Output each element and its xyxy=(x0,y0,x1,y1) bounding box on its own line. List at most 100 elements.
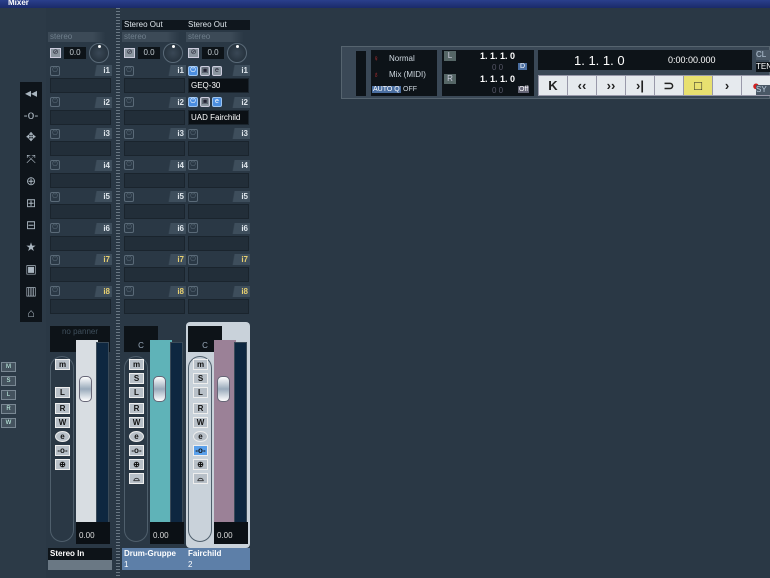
insert-power-icon[interactable]: ⏻ xyxy=(50,160,60,170)
fader-value[interactable]: 0.00 xyxy=(76,522,110,544)
insert-power-icon[interactable]: ⏻ xyxy=(124,191,134,202)
tool-icon[interactable]: ▥ xyxy=(20,280,42,302)
insert-plugin-slot[interactable] xyxy=(50,172,111,188)
insert-power-icon[interactable]: ⏻ xyxy=(124,160,134,170)
sync-button[interactable]: SY xyxy=(756,85,770,95)
insert-edit-icon[interactable]: ▣ xyxy=(200,97,210,107)
fader-value[interactable]: 0.00 xyxy=(150,522,184,544)
cycle-button[interactable]: ⊃ xyxy=(655,76,684,95)
insert-plugin-slot[interactable] xyxy=(124,235,185,251)
insert-power-icon[interactable]: ⏻ xyxy=(124,97,134,107)
go-to-end-button[interactable]: ›| xyxy=(626,76,655,95)
channel-l-button[interactable]: L xyxy=(55,387,70,398)
insert-power-icon[interactable]: ⏻ xyxy=(50,254,60,265)
channel-m-button[interactable]: m xyxy=(129,359,144,370)
insert-power-icon[interactable]: ⏻ xyxy=(188,97,198,107)
position-time[interactable]: 0:00:00.000 xyxy=(668,55,716,65)
channel-name[interactable]: Drum-Gruppe xyxy=(122,548,186,560)
insert-bypass-icon[interactable]: e xyxy=(212,65,222,76)
phase-invert-button[interactable]: ⊘ xyxy=(124,48,135,58)
global-w-button[interactable]: W xyxy=(1,418,16,428)
channel-func-button[interactable]: -o- xyxy=(55,445,70,456)
output-routing[interactable]: Stereo Out xyxy=(186,20,250,30)
channel-r-button[interactable]: R xyxy=(55,403,70,414)
punch-in-button[interactable]: D xyxy=(518,63,528,70)
channel-r-button[interactable]: R xyxy=(193,403,208,414)
insert-power-icon[interactable]: ⏻ xyxy=(188,254,198,265)
channel-w-button[interactable]: W xyxy=(129,417,144,428)
channel-s-button[interactable]: S xyxy=(129,373,144,384)
insert-plugin-slot[interactable] xyxy=(50,267,111,282)
fader-handle[interactable] xyxy=(153,376,166,402)
channel-name[interactable]: Fairchild xyxy=(186,548,250,560)
insert-power-icon[interactable]: ⏻ xyxy=(188,160,198,170)
insert-plugin-slot[interactable] xyxy=(188,172,249,188)
insert-power-icon[interactable]: ⏻ xyxy=(124,128,134,139)
fader-track[interactable] xyxy=(76,340,98,526)
channel-⌓-button[interactable]: ⌓ xyxy=(129,473,144,484)
input-gain-knob[interactable] xyxy=(89,43,109,63)
right-locator-value[interactable]: 1. 1. 1. 0 xyxy=(480,74,515,84)
tool-icon[interactable]: ⊟ xyxy=(20,214,42,236)
tool-icon[interactable]: ★ xyxy=(20,236,42,258)
channel-func-button[interactable]: -o- xyxy=(193,445,208,456)
input-gain-value[interactable]: 0.0 xyxy=(202,47,224,59)
tool-icon[interactable]: ▣ xyxy=(20,258,42,280)
left-locator-button[interactable]: L xyxy=(444,51,456,61)
punch-out-button[interactable]: Off xyxy=(518,86,530,93)
insert-power-icon[interactable]: ⏻ xyxy=(124,286,134,296)
insert-bypass-icon[interactable]: e xyxy=(212,97,222,107)
insert-plugin-slot[interactable]: UAD Fairchild xyxy=(188,109,249,125)
channel-m-button[interactable]: m xyxy=(193,359,208,370)
fader-track[interactable] xyxy=(214,340,236,526)
insert-plugin-slot[interactable] xyxy=(124,109,185,125)
stop-button[interactable]: □ xyxy=(684,76,713,95)
fader-value[interactable]: 0.00 xyxy=(214,522,248,544)
input-gain-value[interactable]: 0.0 xyxy=(138,47,160,59)
channel-⊕-button[interactable]: ⊕ xyxy=(193,459,208,470)
input-gain-knob[interactable] xyxy=(227,43,247,63)
global-r-button[interactable]: R xyxy=(1,404,16,414)
channel-⊕-button[interactable]: ⊕ xyxy=(129,459,144,470)
tool-icon[interactable]: ✥ xyxy=(20,126,42,148)
insert-power-icon[interactable]: ⏻ xyxy=(124,223,134,233)
channel-divider[interactable] xyxy=(116,8,120,578)
tool-icon[interactable]: ⌂ xyxy=(20,302,42,324)
insert-power-icon[interactable]: ⏻ xyxy=(124,65,134,76)
insert-power-icon[interactable]: ⏻ xyxy=(124,254,134,265)
insert-plugin-slot[interactable] xyxy=(188,141,249,156)
fader-handle[interactable] xyxy=(79,376,92,402)
go-to-start-button[interactable]: K xyxy=(539,76,568,95)
insert-plugin-slot[interactable] xyxy=(124,267,185,282)
channel-s-button[interactable]: S xyxy=(193,373,208,384)
insert-power-icon[interactable]: ⏻ xyxy=(188,286,198,296)
insert-plugin-slot[interactable] xyxy=(124,141,185,156)
insert-power-icon[interactable]: ⏻ xyxy=(50,286,60,296)
channel-func-button[interactable]: -o- xyxy=(129,445,144,456)
insert-plugin-slot[interactable] xyxy=(50,298,111,314)
output-routing[interactable] xyxy=(48,20,112,30)
insert-plugin-slot[interactable] xyxy=(50,109,111,125)
input-gain-value[interactable]: 0.0 xyxy=(64,47,86,59)
record-mode-select[interactable]: Normal xyxy=(389,54,415,63)
channel-name[interactable]: Stereo In xyxy=(48,548,112,560)
insert-power-icon[interactable]: ⏻ xyxy=(50,65,60,76)
play-button[interactable]: › xyxy=(713,76,742,95)
right-locator-button[interactable]: R xyxy=(444,74,456,84)
channel-e-button[interactable]: e xyxy=(193,431,208,442)
rewind-button[interactable]: ‹‹ xyxy=(568,76,597,95)
insert-plugin-slot[interactable] xyxy=(50,235,111,251)
tool-icon[interactable]: ⤧ xyxy=(20,148,42,170)
channel-l-button[interactable]: L xyxy=(193,387,208,398)
insert-plugin-slot[interactable] xyxy=(124,78,185,93)
channel-⌓-button[interactable]: ⌓ xyxy=(193,473,208,484)
channel-w-button[interactable]: W xyxy=(55,417,70,428)
fader-handle[interactable] xyxy=(217,376,230,402)
insert-power-icon[interactable]: ⏻ xyxy=(188,128,198,139)
insert-power-icon[interactable]: ⏻ xyxy=(50,191,60,202)
global-l-button[interactable]: L xyxy=(1,390,16,400)
click-button[interactable]: CL xyxy=(756,50,770,60)
insert-plugin-slot[interactable]: GEQ-30 xyxy=(188,78,249,93)
insert-plugin-slot[interactable] xyxy=(124,204,185,219)
insert-plugin-slot[interactable] xyxy=(50,141,111,156)
